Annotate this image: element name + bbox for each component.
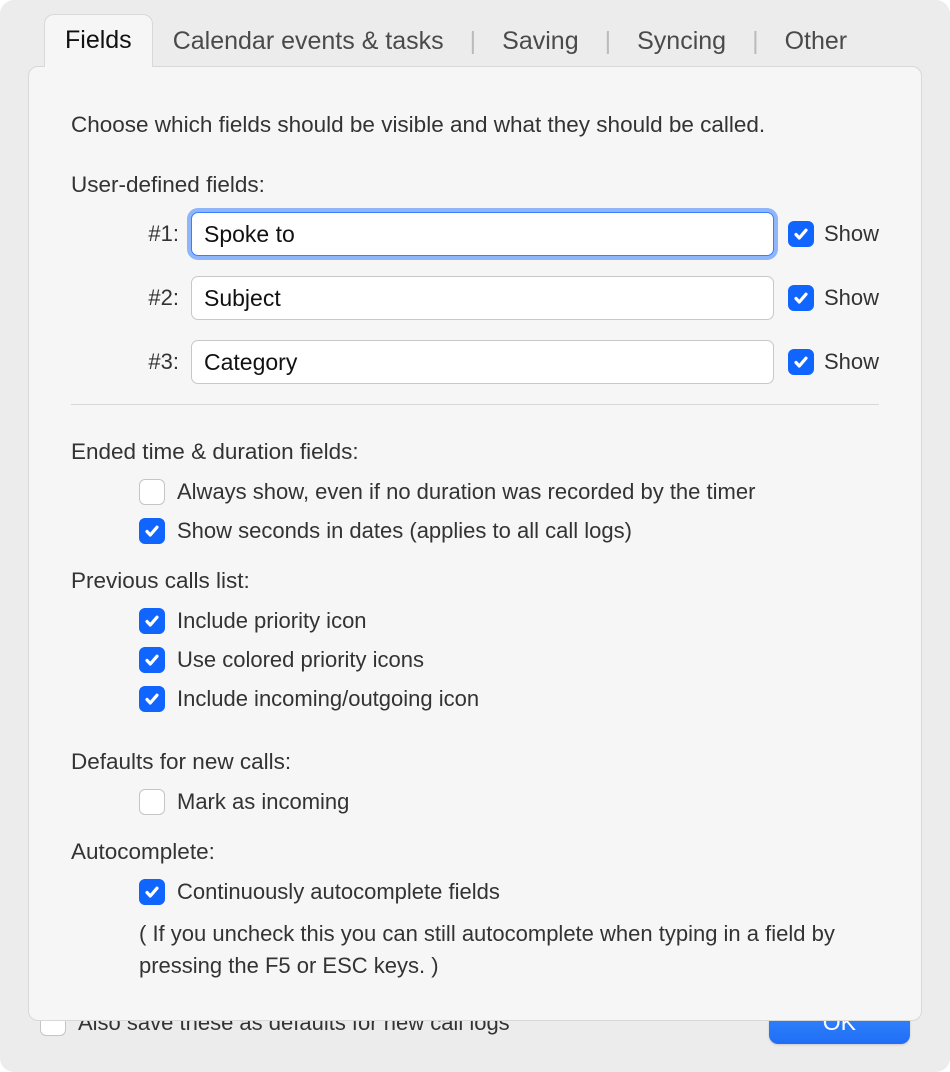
tab-calendar-events-tasks[interactable]: Calendar events & tasks (153, 16, 464, 67)
mark-as-incoming-label: Mark as incoming (177, 789, 349, 815)
tab-separator: | (599, 16, 618, 67)
previous-calls-options: Include priority icon Use colored priori… (71, 608, 879, 725)
user-fields-label: User-defined fields: (71, 172, 879, 198)
user-field-input-2[interactable] (191, 276, 774, 320)
field-number-label: #3: (71, 349, 191, 375)
show-seconds-checkbox[interactable] (139, 518, 165, 544)
show-checkbox-2[interactable] (788, 285, 814, 311)
always-show-label: Always show, even if no duration was rec… (177, 479, 755, 505)
ended-time-options: Always show, even if no duration was rec… (71, 479, 879, 544)
tab-separator: | (746, 16, 765, 67)
autocomplete-note: ( If you uncheck this you can still auto… (71, 918, 879, 982)
show-label: Show (824, 349, 879, 375)
user-field-row-3: #3: Show (71, 340, 879, 384)
user-field-input-1[interactable] (191, 212, 774, 256)
continuously-autocomplete-checkbox[interactable] (139, 879, 165, 905)
show-label: Show (824, 285, 879, 311)
intro-text: Choose which fields should be visible an… (71, 112, 879, 138)
include-priority-icon-checkbox[interactable] (139, 608, 165, 634)
field-number-label: #1: (71, 221, 191, 247)
autocomplete-options: Continuously autocomplete fields (71, 879, 879, 905)
defaults-new-calls-label: Defaults for new calls: (71, 749, 879, 775)
continuously-autocomplete-label: Continuously autocomplete fields (177, 879, 500, 905)
previous-calls-label: Previous calls list: (71, 568, 879, 594)
mark-as-incoming-checkbox[interactable] (139, 789, 165, 815)
tab-other[interactable]: Other (765, 16, 868, 67)
include-incoming-outgoing-icon-label: Include incoming/outgoing icon (177, 686, 479, 712)
show-checkbox-3[interactable] (788, 349, 814, 375)
user-field-row-1: #1: Show (71, 212, 879, 256)
tab-separator: | (464, 16, 483, 67)
user-field-input-3[interactable] (191, 340, 774, 384)
show-label: Show (824, 221, 879, 247)
always-show-checkbox[interactable] (139, 479, 165, 505)
show-seconds-label: Show seconds in dates (applies to all ca… (177, 518, 632, 544)
include-incoming-outgoing-icon-checkbox[interactable] (139, 686, 165, 712)
tab-saving[interactable]: Saving (482, 16, 598, 67)
tab-bar: Fields Calendar events & tasks | Saving … (14, 14, 936, 67)
preferences-window: Fields Calendar events & tasks | Saving … (0, 0, 950, 1072)
field-number-label: #2: (71, 285, 191, 311)
user-field-row-2: #2: Show (71, 276, 879, 320)
use-colored-priority-icons-label: Use colored priority icons (177, 647, 424, 673)
tabs-wrapper: Fields Calendar events & tasks | Saving … (14, 14, 936, 1021)
ended-time-label: Ended time & duration fields: (71, 439, 879, 465)
defaults-new-calls-options: Mark as incoming (71, 789, 879, 815)
section-divider (71, 404, 879, 405)
include-priority-icon-label: Include priority icon (177, 608, 367, 634)
tab-pane-fields: Choose which fields should be visible an… (28, 66, 922, 1021)
autocomplete-label: Autocomplete: (71, 839, 879, 865)
tab-syncing[interactable]: Syncing (617, 16, 746, 67)
show-checkbox-1[interactable] (788, 221, 814, 247)
use-colored-priority-icons-checkbox[interactable] (139, 647, 165, 673)
tab-fields[interactable]: Fields (44, 14, 153, 67)
